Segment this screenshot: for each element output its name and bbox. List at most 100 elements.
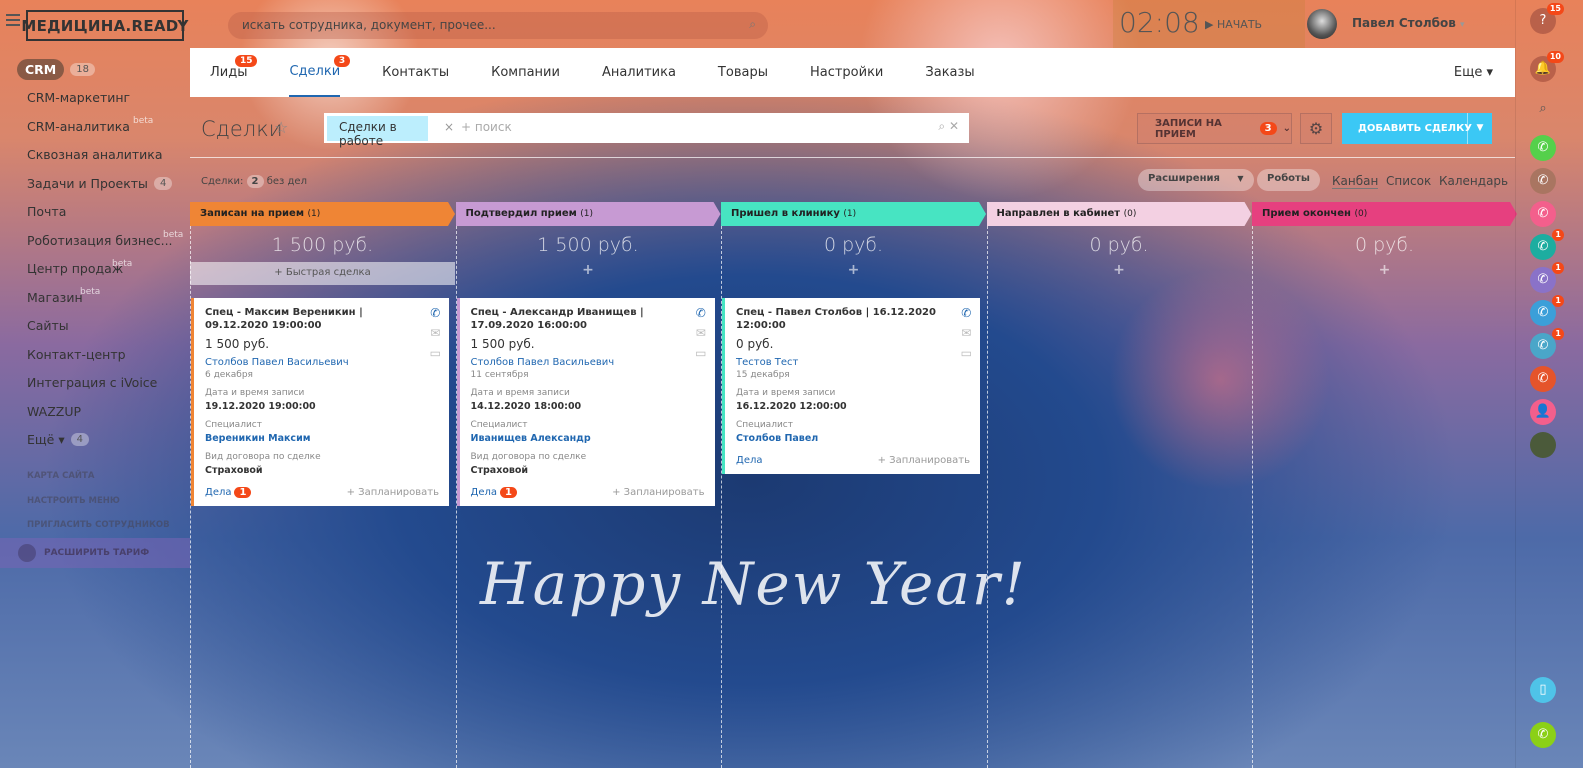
deal-card[interactable]: ✆ ✉ ▭ Спец - Александр Иванищев | 17.09.202… (456, 298, 715, 506)
menu-burger-icon[interactable] (6, 14, 20, 26)
logo[interactable]: МЕДИЦИНА.READY (21, 10, 188, 41)
deal-title[interactable]: Спец - Александр Иванищев | 17.09.2020 1… (471, 306, 705, 332)
tab-item[interactable]: Аналитика (602, 48, 676, 97)
column-header[interactable]: Направлен в кабинет (0) (986, 202, 1252, 226)
view-list[interactable]: Список (1386, 174, 1431, 188)
deal-client[interactable]: Столбов Павел Васильевич (205, 357, 439, 368)
counter-value[interactable]: 2 (246, 175, 264, 188)
sidebar-item[interactable]: CRM 18 (0, 55, 190, 84)
tasks-link[interactable]: Дела 1 (471, 487, 517, 498)
tasks-link[interactable]: Дела 1 (205, 487, 252, 498)
upgrade-plan-button[interactable]: РАСШИРИТЬ ТАРИФ (0, 537, 190, 568)
search-icon[interactable]: ⌕ ✕ (938, 119, 959, 134)
user-avatar[interactable] (1307, 9, 1337, 39)
phone-icon[interactable]: ✆ (430, 306, 440, 320)
sidebar-item[interactable]: Сайты (0, 312, 190, 341)
deal-client[interactable]: Столбов Павел Васильевич (471, 357, 705, 368)
sidebar-item[interactable]: Магазин beta (0, 283, 190, 312)
add-deal-button[interactable]: ДОБАВИТЬ СДЕЛКУ ▼ (1342, 113, 1492, 144)
sidebar-item[interactable]: Ещё ▾ 4 (0, 426, 190, 455)
mail-icon[interactable]: ✉ (430, 326, 440, 340)
chat-icon[interactable]: ▭ (430, 346, 441, 360)
search-icon[interactable]: ⌕ (749, 17, 756, 32)
sidebar-link[interactable]: НАСТРОИТЬ МЕНЮ (0, 489, 190, 514)
filter-chip[interactable]: Сделки в работе × (327, 116, 454, 148)
sidebar-item[interactable]: Центр продаж beta (0, 255, 190, 284)
mail-icon[interactable]: ✉ (696, 326, 706, 340)
phone-icon[interactable]: ✆ (1530, 168, 1556, 194)
mail-icon[interactable]: ✉ (961, 326, 971, 340)
column-header[interactable]: Подтвердил прием (1) (455, 202, 721, 226)
filter-search[interactable]: Сделки в работе × + поиск ⌕ ✕ (324, 113, 969, 148)
add-deal-dropdown[interactable]: ▼ (1467, 113, 1492, 144)
mobile-icon[interactable]: ▯ (1530, 677, 1556, 703)
sidebar-item[interactable]: Сквозная аналитика (0, 141, 190, 170)
sidebar-item[interactable]: Задачи и Проекты 4 (0, 169, 190, 198)
sidebar-item[interactable]: CRM-маркетинг (0, 84, 190, 113)
tab-item[interactable]: Контакты (382, 48, 449, 97)
deal-card[interactable]: ✆ ✉ ▭ Спец - Павел Столбов | 16.12.2020 12:… (722, 298, 980, 474)
start-workday-button[interactable]: ▶ НАЧАТЬ (1205, 18, 1262, 31)
sidebar-item[interactable]: Роботизация бизнес... beta (0, 226, 190, 255)
tab-item[interactable]: Компании (491, 48, 560, 97)
work-time-widget[interactable]: 02:08 ▶ НАЧАТЬ (1113, 0, 1305, 48)
add-deal-plus-icon[interactable]: + (456, 262, 721, 278)
field-value[interactable]: Иванищев Александр (471, 433, 705, 444)
deal-title[interactable]: Спец - Максим Вереникин | 09.12.2020 19:… (205, 306, 439, 332)
appointments-button[interactable]: ЗАПИСИ НА ПРИЕМ 3 ⌄ (1137, 113, 1292, 144)
tab-item[interactable]: Лиды 15 (210, 48, 258, 97)
sidebar-link[interactable]: КАРТА САЙТА (0, 464, 190, 489)
close-icon[interactable]: × (444, 120, 454, 134)
tab-item[interactable]: Настройки (810, 48, 883, 97)
user-icon[interactable]: 👤 (1530, 399, 1556, 425)
column-header[interactable]: Прием окончен (0) (1252, 202, 1517, 226)
column-header[interactable]: Записан на прием (1) (190, 202, 455, 226)
deal-card[interactable]: ✆ ✉ ▭ Спец - Максим Вереникин | 09.12.2020 … (191, 298, 449, 506)
view-calendar[interactable]: Календарь (1439, 174, 1508, 188)
phone-icon[interactable]: ✆ (1530, 366, 1556, 392)
deal-title[interactable]: Спец - Павел Столбов | 16.12.2020 12:00:… (736, 306, 970, 332)
sidebar-item[interactable]: Интеграция с iVoice (0, 369, 190, 398)
filter-search-input[interactable]: + поиск (461, 120, 512, 134)
tab-item[interactable]: Сделки 3 (289, 48, 351, 97)
add-deal-plus-icon[interactable]: + (721, 262, 986, 278)
user-menu[interactable]: Павел Столбов ▾ (1352, 16, 1465, 30)
chat-icon[interactable]: ▭ (961, 346, 972, 360)
phone-icon[interactable]: ✆ 1 (1530, 262, 1564, 293)
column-header[interactable]: Пришел в клинику (1) (721, 202, 986, 226)
global-search-input[interactable]: искать сотрудника, документ, прочее... ⌕ (228, 12, 768, 39)
star-icon[interactable]: ☆ (274, 118, 288, 137)
phone-icon[interactable]: ✆ 1 (1530, 229, 1564, 260)
deal-client[interactable]: Тестов Тест (736, 357, 970, 368)
phone-icon[interactable]: ✆ 1 (1530, 295, 1564, 326)
plan-activity-button[interactable]: + Запланировать (612, 487, 704, 498)
tasks-link[interactable]: Дела (736, 455, 762, 466)
sidebar-item[interactable]: CRM-аналитика beta (0, 112, 190, 141)
sidebar-link[interactable]: ПРИГЛАСИТЬ СОТРУДНИКОВ (0, 513, 190, 538)
view-kanban[interactable]: Канбан (1332, 174, 1379, 189)
phone-icon[interactable]: ✆ (1530, 201, 1556, 227)
tab-item[interactable]: Товары (718, 48, 768, 97)
field-value[interactable]: Вереникин Максим (205, 433, 439, 444)
plan-activity-button[interactable]: + Запланировать (878, 455, 970, 466)
phone-icon[interactable]: ✆ (696, 306, 706, 320)
field-value[interactable]: Столбов Павел (736, 433, 970, 444)
plan-activity-button[interactable]: + Запланировать (347, 487, 439, 498)
settings-button[interactable]: ⚙ (1300, 113, 1332, 144)
bell-icon[interactable]: 🔔 10 (1530, 51, 1564, 82)
sidebar-item[interactable]: WAZZUP (0, 397, 190, 426)
phone-icon[interactable]: ✆ (961, 306, 971, 320)
phone-icon[interactable]: ✆ (1530, 722, 1556, 748)
chat-icon[interactable]: ▭ (695, 346, 706, 360)
sidebar-item[interactable]: Контакт-центр (0, 340, 190, 369)
avatar-icon[interactable] (1530, 432, 1556, 458)
extensions-button[interactable]: Расширения ▼ (1138, 169, 1254, 191)
add-deal-plus-icon[interactable]: + (1252, 262, 1517, 278)
phone-icon[interactable]: ✆ (1530, 135, 1556, 161)
help-icon[interactable]: ? 15 (1530, 3, 1564, 34)
robots-button[interactable]: Роботы (1257, 169, 1320, 191)
add-deal-plus-icon[interactable]: + (987, 262, 1252, 278)
search-icon[interactable]: ⌕ (1530, 96, 1556, 122)
phone-icon[interactable]: ✆ 1 (1530, 328, 1564, 359)
more-tabs-button[interactable]: Еще ▾ (1454, 65, 1493, 80)
